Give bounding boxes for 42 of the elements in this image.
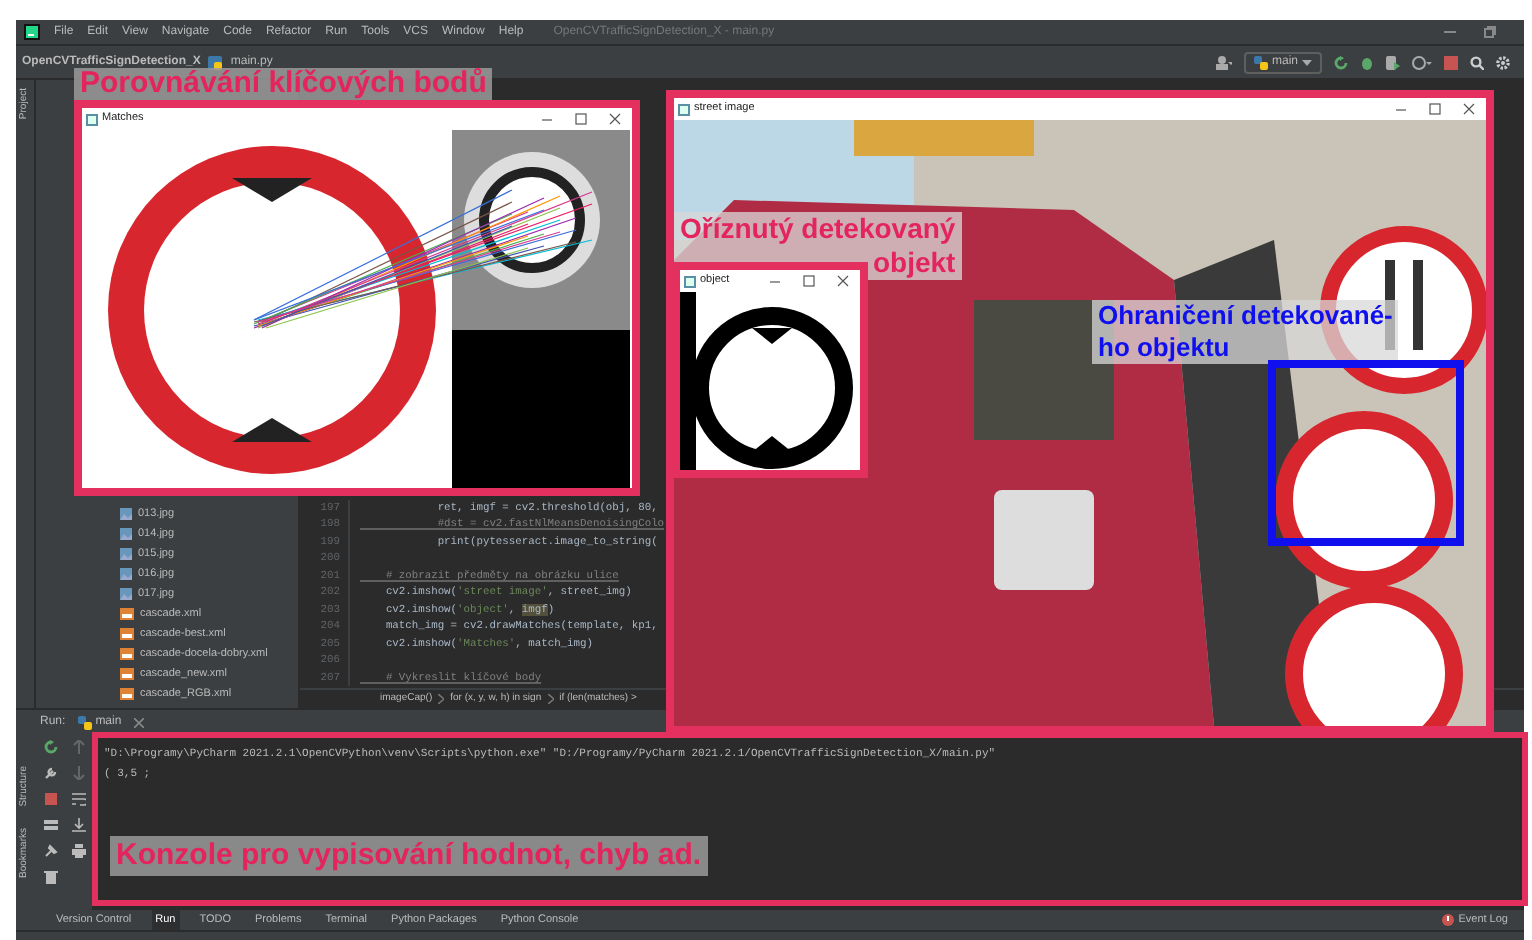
alert-icon bbox=[1442, 914, 1455, 926]
close-icon[interactable] bbox=[133, 717, 144, 727]
stop-icon[interactable] bbox=[1444, 55, 1458, 69]
stop-icon[interactable] bbox=[43, 792, 57, 806]
window-app-icon bbox=[678, 103, 690, 115]
print-icon[interactable] bbox=[71, 844, 85, 858]
coverage-icon[interactable] bbox=[1386, 55, 1400, 69]
python-icon bbox=[77, 715, 92, 729]
settings-icon[interactable] bbox=[1496, 55, 1510, 69]
pin-icon[interactable] bbox=[43, 844, 57, 858]
trash-icon[interactable] bbox=[43, 870, 57, 884]
search-icon[interactable] bbox=[1470, 55, 1484, 69]
image-file-icon bbox=[120, 508, 132, 520]
image-file-icon bbox=[120, 568, 132, 580]
window-controls-icon[interactable] bbox=[1396, 102, 1476, 116]
scroll-to-end-icon[interactable] bbox=[71, 818, 85, 832]
soft-wrap-icon[interactable] bbox=[71, 792, 85, 806]
python-icon bbox=[1253, 55, 1268, 69]
window-controls-icon[interactable] bbox=[542, 112, 622, 126]
user-icon[interactable] bbox=[1215, 55, 1232, 69]
annotation-label: Ohraničení detekované- ho objektu bbox=[1092, 300, 1399, 364]
restore-icon[interactable] bbox=[1484, 26, 1496, 38]
caret-icon bbox=[1302, 59, 1312, 65]
annotation-label: Porovnávání klíčových bodů bbox=[74, 68, 493, 100]
minimize-icon[interactable] bbox=[1444, 26, 1456, 38]
annotation-label: Konzole pro vypisování hodnot, chyb ad. bbox=[110, 836, 708, 876]
profiler-icon[interactable] bbox=[1412, 55, 1432, 69]
layout-icon[interactable] bbox=[43, 818, 57, 832]
image-file-icon bbox=[120, 548, 132, 560]
window-app-icon bbox=[86, 113, 98, 125]
wrench-icon[interactable] bbox=[43, 766, 57, 780]
python-file-icon bbox=[208, 55, 223, 69]
window-app-icon bbox=[684, 275, 696, 287]
image-file-icon bbox=[120, 588, 132, 600]
chevron-icon bbox=[438, 694, 445, 704]
debug-icon[interactable] bbox=[1360, 55, 1374, 69]
window-controls-icon[interactable] bbox=[770, 274, 850, 288]
rerun-icon[interactable] bbox=[1334, 55, 1348, 69]
image-file-icon bbox=[120, 528, 132, 540]
app-logo-icon bbox=[24, 24, 40, 40]
rerun-icon[interactable] bbox=[43, 740, 57, 754]
chevron-icon bbox=[547, 694, 554, 704]
